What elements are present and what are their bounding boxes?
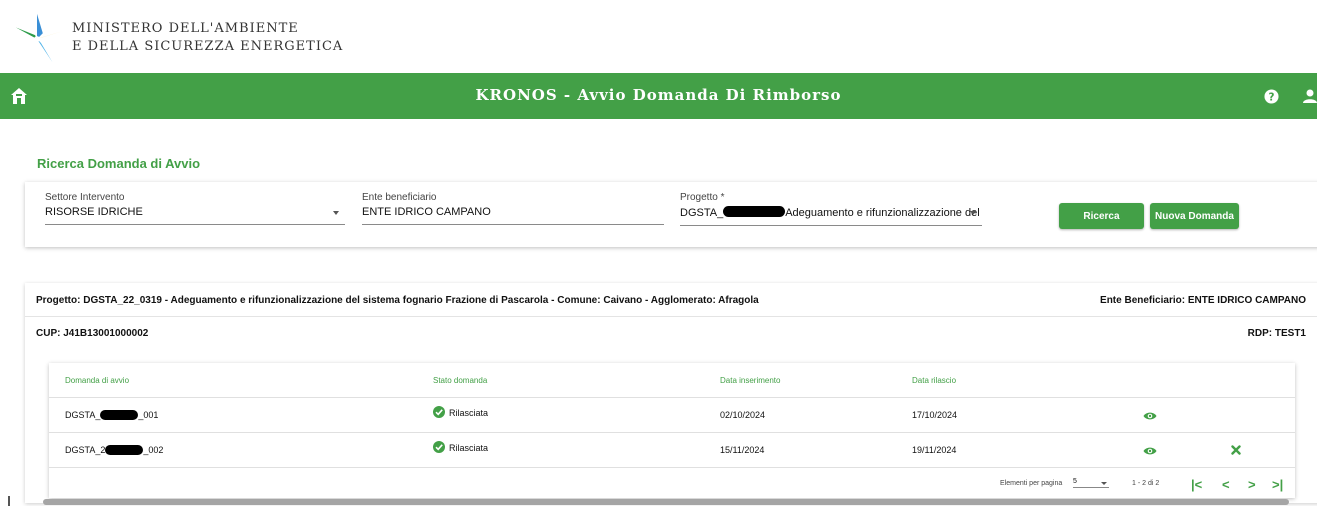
progetto-value[interactable]: DGSTA_ Adeguamento e rifunzionalizzazione… [680,206,982,226]
chevron-down-icon [333,211,339,215]
horizontal-scrollbar[interactable] [43,499,1289,505]
cup-info: CUP: J41B13001000002 [36,328,148,339]
user-icon[interactable] [1303,88,1317,104]
ente-input-text: ENTE IDRICO CAMPANO [362,206,491,218]
project-info: Progetto: DGSTA_22_0319 - Adeguamento e … [36,295,759,306]
app-header-bar: KRONOS - Avvio Domanda Di Rimborso ? [0,73,1317,119]
settore-value[interactable]: RISORSE IDRICHE [45,206,345,225]
stato-domanda: Rilasciata [433,441,488,453]
first-page-button[interactable]: |< [1191,477,1202,492]
domanda-id: DGSTA_ _001 [65,410,158,420]
redacted-block [723,206,786,217]
ente-input[interactable]: ENTE IDRICO CAMPANO [362,206,664,225]
ricerca-button[interactable]: Ricerca [1059,203,1144,229]
data-rilascio: 19/11/2024 [912,445,957,455]
ente-info-label: Ente Beneficiario: [1100,295,1186,306]
eye-icon[interactable] [1143,446,1157,456]
ministry-logo-block: MINISTERO DELL'AMBIENTE E DELLA SICUREZZ… [8,10,343,70]
redacted-block [100,410,139,420]
check-circle-icon [433,441,445,453]
ministry-name-line1: MINISTERO DELL'AMBIENTE [72,21,299,36]
progetto-value-prefix: DGSTA_ [680,207,724,219]
per-page-label: Elementi per pagina [1000,480,1063,487]
column-header-data-rilascio[interactable]: Data rilascio [912,376,956,385]
domanda-id-prefix: DGSTA_2 [65,445,106,455]
settore-value-text: RISORSE IDRICHE [45,206,143,218]
nuova-domanda-button[interactable]: Nuova Domanda [1150,203,1239,229]
scrollbar-marker [8,496,10,506]
data-inserimento: 02/10/2024 [720,410,766,420]
last-page-button[interactable]: >| [1272,477,1283,492]
eye-icon[interactable] [1143,411,1157,421]
stato-domanda: Rilasciata [433,406,488,418]
progetto-label: Progetto * [680,192,725,203]
domande-table: Domanda di avvio Stato domanda Data inse… [49,363,1295,498]
previous-page-button[interactable]: < [1222,477,1230,492]
search-form-card: Settore Intervento RISORSE IDRICHE Ente … [25,182,1317,247]
settore-label: Settore Intervento [45,192,125,203]
chevron-down-icon [970,211,976,215]
svg-text:?: ? [1269,91,1275,103]
next-page-button[interactable]: > [1248,477,1256,492]
page-range: 1 - 2 di 2 [1132,480,1160,487]
ente-field[interactable]: Ente beneficiario ENTE IDRICO CAMPANO [362,192,664,225]
progetto-select[interactable]: Progetto * DGSTA_ Adeguamento e rifunzion… [680,192,982,226]
ministry-name: MINISTERO DELL'AMBIENTE E DELLA SICUREZZ… [72,20,343,56]
project-panel: Progetto: DGSTA_22_0319 - Adeguamento e … [25,283,1317,503]
domanda-id-suffix: _002 [143,445,164,455]
column-header-stato[interactable]: Stato domanda [433,376,487,385]
data-inserimento: 15/11/2024 [720,445,765,455]
per-page-select[interactable]: 5 [1073,478,1109,488]
divider [25,316,1317,317]
check-circle-icon [433,406,445,418]
per-page-value: 5 [1073,478,1077,485]
search-section-title: Ricerca Domanda di Avvio [37,156,201,171]
data-rilascio: 17/10/2024 [912,410,958,420]
app-title: KRONOS - Avvio Domanda Di Rimborso [475,86,842,104]
table-row: DGSTA_2 _002 Rilasciata 15/11/2024 19/11/… [49,432,1295,467]
ministry-logo-icon [15,13,63,63]
help-icon[interactable]: ? [1264,89,1279,104]
settore-select[interactable]: Settore Intervento RISORSE IDRICHE [45,192,345,225]
rdp-info: RDP: TEST1 [1248,328,1306,339]
cup-value: J41B13001000002 [63,328,149,339]
chevron-down-icon [1101,482,1107,485]
redacted-block [105,445,144,455]
paginator: Elementi per pagina 5 1 - 2 di 2 |< < > … [49,467,1295,497]
close-icon[interactable] [1231,445,1241,455]
column-header-data-inserimento[interactable]: Data inserimento [720,376,780,385]
stato-label: Rilasciata [449,408,489,418]
table-row: DGSTA_ _001 Rilasciata 02/10/2024 17/10/2… [49,397,1295,432]
cup-label: CUP: [36,328,61,339]
ente-label: Ente beneficiario [362,192,437,203]
domanda-id-prefix: DGSTA_ [65,410,101,420]
stato-label: Rilasciata [449,443,489,453]
domanda-id: DGSTA_2 _002 [65,445,163,455]
column-header-domanda[interactable]: Domanda di avvio [65,376,129,385]
project-label: Progetto: [36,295,81,306]
ente-info-value: ENTE IDRICO CAMPANO [1187,295,1306,306]
rdp-label: RDP: [1247,328,1273,339]
progetto-value-suffix: Adeguamento e rifunzionalizzazione del .… [785,207,982,219]
ente-info: Ente Beneficiario: ENTE IDRICO CAMPANO [1100,295,1306,306]
ministry-name-line2: E DELLA SICUREZZA ENERGETICA [72,39,344,54]
project-value: DGSTA_22_0319 - Adeguamento e rifunziona… [83,295,759,306]
rdp-value: TEST1 [1274,328,1306,339]
domanda-id-suffix: _001 [138,410,159,420]
